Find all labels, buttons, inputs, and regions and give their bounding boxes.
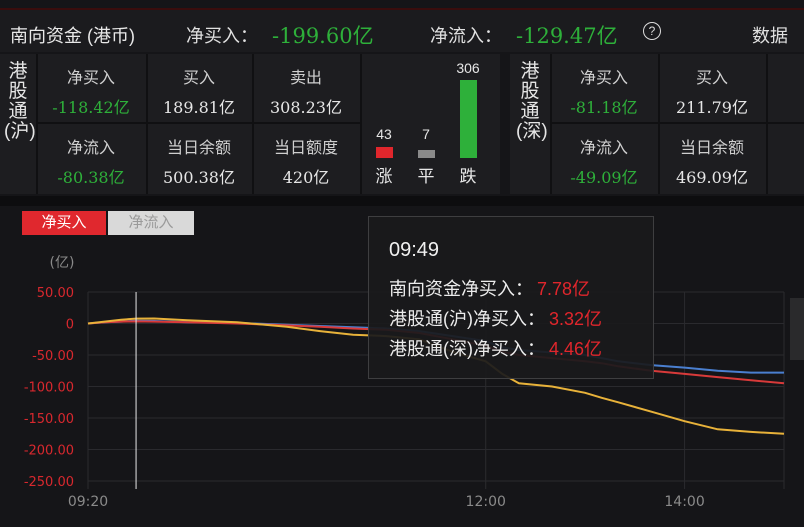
sz-net-buy-value: -81.18亿 — [570, 98, 638, 117]
tab-net-buy[interactable]: 净买入 — [22, 211, 106, 235]
sh-net-inflow-value: -80.38亿 — [57, 168, 125, 187]
sh-panel-title: 港股通(沪) — [4, 61, 36, 142]
sz-net-inflow-value: -49.09亿 — [570, 168, 638, 187]
down-bar — [460, 80, 477, 158]
summary-header: 南向资金 (港币) 净买入： -199.60亿 净流入： -129.47亿 ? … — [0, 8, 804, 52]
sz-panel-title: 港股通(深) — [516, 61, 548, 142]
sh-net-inflow: 净流入 -80.38亿 — [38, 134, 144, 188]
up-label: 涨 — [375, 167, 393, 186]
down-count: 306 — [456, 60, 480, 76]
y-tick-label: -150.00 — [24, 412, 74, 427]
x-tick-label: 09:20 — [68, 494, 108, 510]
down-label: 跌 — [459, 167, 477, 186]
sh-buy: 买入 189.81亿 — [148, 64, 250, 118]
sz-buy: 买入 211.79亿 — [660, 64, 764, 118]
tooltip-value: 4.46亿 — [549, 339, 603, 359]
tooltip-label: 港股通(沪)净买入： — [389, 309, 545, 329]
sh-buy-label: 买入 — [182, 70, 215, 87]
sh-balance-value: 500.38亿 — [163, 168, 235, 187]
data-link[interactable]: 数据 — [752, 22, 788, 48]
sh-sell-label: 卖出 — [289, 70, 322, 87]
net-inflow-value: -129.47亿 — [516, 24, 618, 48]
sz-net-inflow-label: 净流入 — [579, 140, 628, 157]
x-tick-label: 14:00 — [664, 494, 704, 510]
tooltip-time: 09:49 — [389, 239, 440, 261]
sh-net-inflow-label: 净流入 — [66, 140, 115, 157]
header-title: 南向资金 (港币) — [10, 26, 135, 46]
flat-bar — [418, 150, 435, 158]
chart-tooltip: 09:49 南向资金净买入： 7.78亿 港股通(沪)净买入： 3.32亿 港股通(… — [368, 216, 654, 379]
sz-buy-label: 买入 — [695, 70, 728, 87]
scrollbar[interactable] — [790, 298, 804, 360]
y-tick-label: -50.00 — [32, 349, 74, 364]
sz-net-buy-label: 净买入 — [579, 70, 628, 87]
sz-buy-value: 211.79亿 — [676, 98, 748, 117]
sh-net-buy: 净买入 -118.42亿 — [38, 64, 144, 118]
sh-connect-panel: 港股通(沪) 净买入 -118.42亿 买入 189.81亿 卖出 308.23… — [0, 54, 500, 194]
sh-buy-value: 189.81亿 — [163, 98, 235, 117]
x-tick-label: 12:00 — [466, 494, 506, 510]
y-tick-label: 50.00 — [37, 286, 74, 301]
net-buy-label: 净买入： — [186, 26, 258, 46]
sz-balance-label: 当日余额 — [679, 140, 744, 157]
sz-balance-value: 469.09亿 — [676, 168, 748, 187]
sz-connect-panel: 港股通(深) 净买入 -81.18亿 买入 211.79亿 净流入 -49.09… — [510, 54, 804, 194]
sz-balance: 当日余额 469.09亿 — [660, 134, 764, 188]
tooltip-value: 7.78亿 — [537, 279, 591, 299]
y-tick-label: -200.00 — [24, 444, 74, 459]
tab-net-inflow[interactable]: 净流入 — [108, 211, 194, 235]
flat-count: 7 — [422, 126, 430, 142]
sh-quota-value: 420亿 — [282, 168, 330, 187]
tooltip-row-sh: 港股通(沪)净买入： 3.32亿 — [389, 305, 602, 331]
sz-net-inflow: 净流入 -49.09亿 — [552, 134, 656, 188]
flat-label: 平 — [417, 167, 435, 186]
tooltip-label: 南向资金净买入： — [389, 279, 533, 299]
sh-net-buy-label: 净买入 — [66, 70, 115, 87]
net-inflow-label: 净流入： — [430, 26, 502, 46]
y-axis-label: (亿) — [50, 255, 75, 271]
tooltip-row-total: 南向资金净买入： 7.78亿 — [389, 275, 590, 301]
sh-sell-value: 308.23亿 — [270, 98, 342, 117]
sh-balance-label: 当日余额 — [166, 140, 231, 157]
sz-net-buy: 净买入 -81.18亿 — [552, 64, 656, 118]
y-tick-label: -250.00 — [24, 475, 74, 490]
up-count: 43 — [376, 126, 392, 142]
net-buy-value: -199.60亿 — [272, 24, 374, 48]
up-bar — [376, 147, 393, 158]
tooltip-value: 3.32亿 — [549, 309, 603, 329]
y-tick-label: -100.00 — [24, 381, 74, 396]
sh-balance: 当日余额 500.38亿 — [148, 134, 250, 188]
sh-net-buy-value: -118.42亿 — [52, 98, 130, 117]
y-tick-label: 0 — [66, 318, 74, 333]
sh-quota: 当日额度 420亿 — [254, 134, 358, 188]
sh-quota-label: 当日额度 — [273, 140, 338, 157]
sh-sell: 卖出 308.23亿 — [254, 64, 358, 118]
tooltip-label: 港股通(深)净买入： — [389, 339, 545, 359]
help-icon[interactable]: ? — [643, 22, 661, 40]
tooltip-row-sz: 港股通(深)净买入： 4.46亿 — [389, 335, 602, 361]
